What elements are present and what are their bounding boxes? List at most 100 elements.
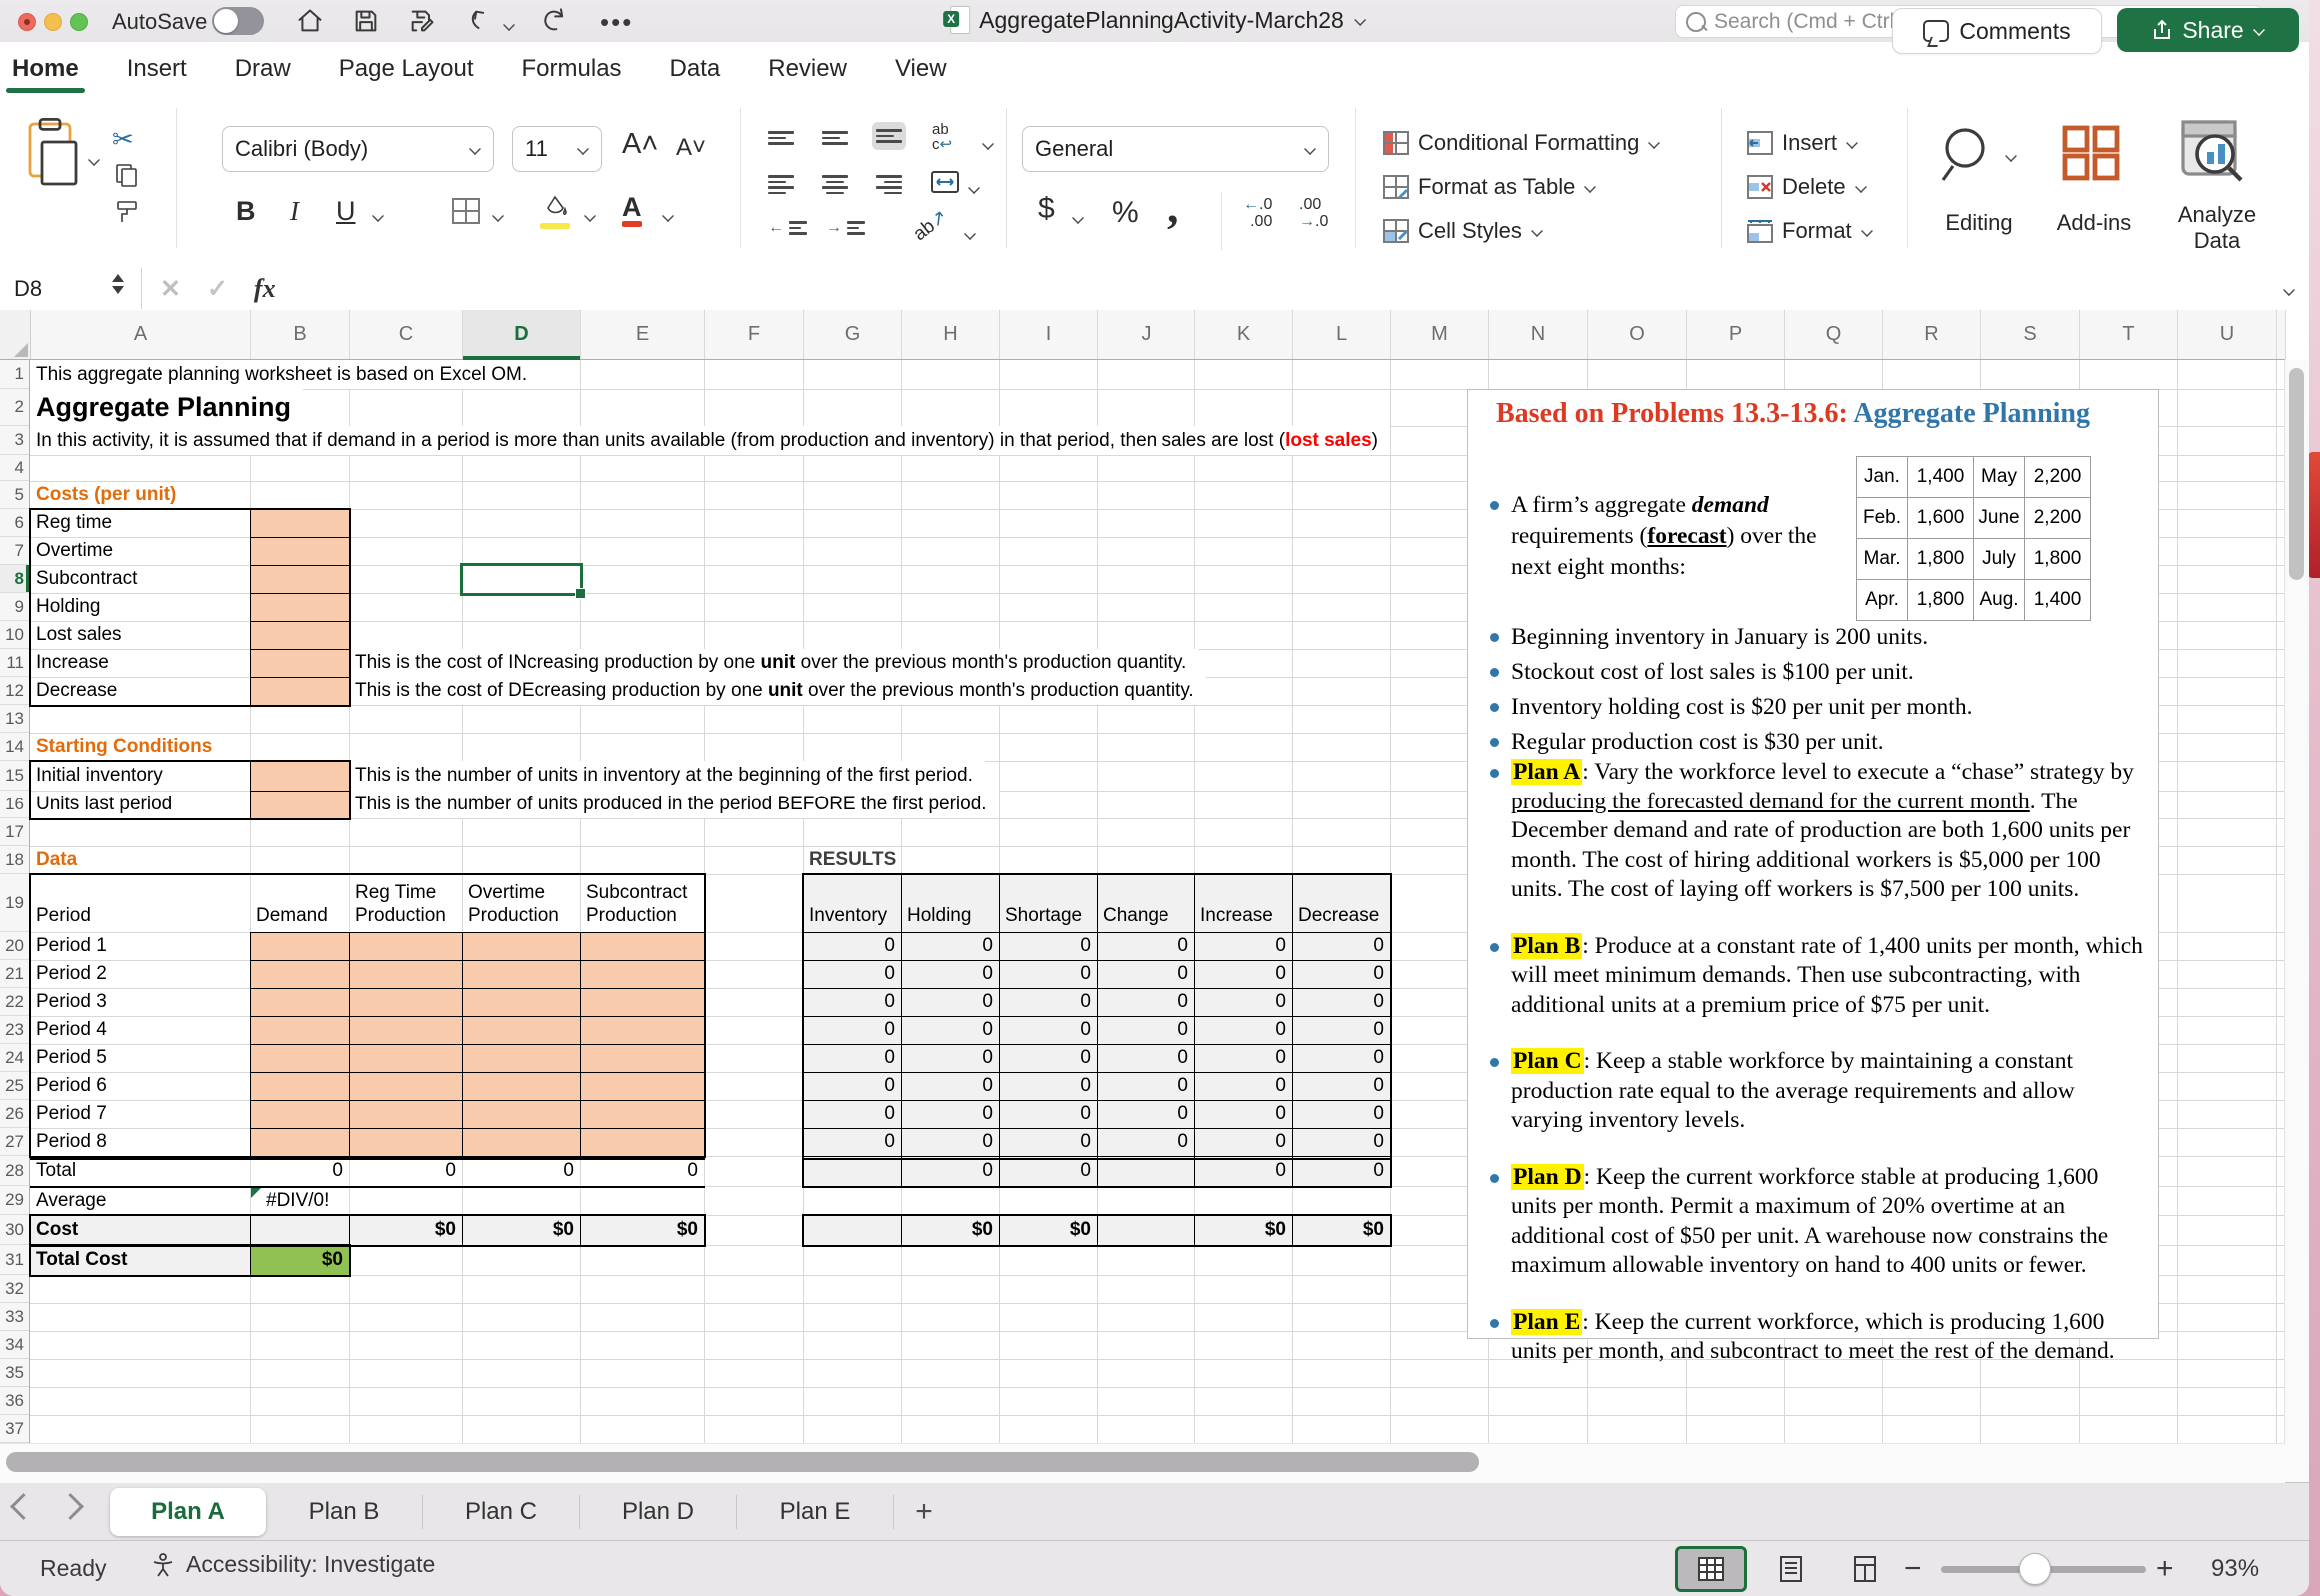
cell-L20[interactable]: 0 — [1292, 932, 1390, 960]
copy-icon[interactable] — [114, 162, 140, 193]
cell-I20[interactable]: 0 — [999, 932, 1097, 960]
borders-icon[interactable] — [452, 198, 480, 224]
cell-G22[interactable]: 0 — [803, 988, 901, 1016]
page-break-view-button[interactable] — [1829, 1546, 1901, 1592]
cell-A14[interactable]: Starting Conditions — [30, 733, 250, 761]
row-header-27[interactable]: 27 — [0, 1128, 29, 1156]
format-as-table-button[interactable]: Format as Table — [1383, 174, 1596, 200]
row-header-23[interactable]: 23 — [0, 1016, 29, 1044]
cell-A22[interactable]: Period 3 — [30, 988, 250, 1016]
cell-J19[interactable]: Change — [1097, 874, 1194, 932]
row-header-14[interactable]: 14 — [0, 733, 29, 761]
cell-B31[interactable]: $0 — [250, 1245, 349, 1275]
cell-I19[interactable]: Shortage — [999, 874, 1097, 932]
currency-icon[interactable]: $ — [1038, 192, 1055, 226]
cell-C30[interactable]: $0 — [349, 1215, 462, 1245]
row-header-21[interactable]: 21 — [0, 960, 29, 988]
tab-page-layout[interactable]: Page Layout — [337, 51, 476, 87]
name-box[interactable]: D8 — [0, 268, 142, 309]
cell-I23[interactable]: 0 — [999, 1016, 1097, 1044]
cell-G20[interactable]: 0 — [803, 932, 901, 960]
cell-A16[interactable]: Units last period — [30, 791, 250, 818]
normal-view-button[interactable] — [1675, 1546, 1747, 1592]
row-header-13[interactable]: 13 — [0, 705, 29, 733]
slide-image[interactable]: Based on Problems 13.3-13.6: Aggregate P… — [1467, 389, 2159, 1339]
insert-cells-button[interactable]: Insert — [1747, 130, 1858, 156]
align-top-icon[interactable] — [768, 128, 794, 148]
cell-A10[interactable]: Lost sales — [30, 621, 250, 649]
cell-H21[interactable]: 0 — [901, 960, 999, 988]
cell-A23[interactable]: Period 4 — [30, 1016, 250, 1044]
fill-color-icon[interactable] — [540, 194, 570, 225]
row-header-9[interactable]: 9 — [0, 593, 29, 621]
row-header-20[interactable]: 20 — [0, 932, 29, 960]
name-box-spinner[interactable] — [112, 274, 124, 294]
cell-K21[interactable]: 0 — [1194, 960, 1292, 988]
underline-chevron-icon[interactable] — [372, 210, 384, 222]
cell-K23[interactable]: 0 — [1194, 1016, 1292, 1044]
row-header-22[interactable]: 22 — [0, 988, 29, 1016]
row-header-25[interactable]: 25 — [0, 1072, 29, 1100]
underline-button[interactable]: U — [336, 196, 356, 227]
col-header-B[interactable]: B — [251, 310, 350, 359]
cell-K25[interactable]: 0 — [1194, 1072, 1292, 1100]
cell-A31[interactable]: Total Cost — [30, 1245, 250, 1275]
col-header-G[interactable]: G — [804, 310, 902, 359]
row-header-26[interactable]: 26 — [0, 1100, 29, 1128]
fullscreen-button[interactable] — [70, 13, 88, 31]
cell-A20[interactable]: Period 1 — [30, 932, 250, 960]
align-left-icon[interactable] — [768, 172, 794, 192]
row-header-34[interactable]: 34 — [0, 1331, 29, 1359]
cell-I22[interactable]: 0 — [999, 988, 1097, 1016]
sheet-tab-plan-e[interactable]: Plan E — [737, 1495, 894, 1529]
row-header-31[interactable]: 31 — [0, 1245, 29, 1275]
more-toolbar-icon[interactable]: ••• — [600, 7, 630, 35]
merge-chevron-icon[interactable] — [968, 182, 980, 194]
currency-chevron-icon[interactable] — [1072, 212, 1084, 224]
align-center-icon[interactable] — [822, 172, 848, 192]
cell-H27[interactable]: 0 — [901, 1128, 999, 1156]
col-header-H[interactable]: H — [902, 310, 1000, 359]
cell-E19[interactable]: Subcontract Production — [580, 874, 704, 932]
cell-K26[interactable]: 0 — [1194, 1100, 1292, 1128]
cell-B29[interactable]: #DIV/0! — [250, 1186, 349, 1215]
col-header-E[interactable]: E — [581, 310, 705, 359]
editing-button[interactable] — [1937, 124, 1999, 189]
sheet-tab-plan-d[interactable]: Plan D — [580, 1495, 737, 1529]
cell-E28[interactable]: 0 — [580, 1156, 704, 1186]
cell-A12[interactable]: Decrease — [30, 677, 250, 705]
tab-formulas[interactable]: Formulas — [520, 51, 624, 87]
accessibility-status[interactable]: Accessibility: Investigate — [150, 1551, 435, 1578]
col-header-R[interactable]: R — [1883, 310, 1981, 359]
increase-font-icon[interactable]: A˄ — [622, 128, 658, 161]
orientation-icon[interactable]: ab↗ — [909, 205, 952, 246]
cell-C11[interactable]: This is the cost of INcreasing productio… — [349, 649, 1198, 677]
wrap-text-icon[interactable]: abc↩ — [932, 122, 952, 152]
cell-C12[interactable]: This is the cost of DEcreasing productio… — [349, 677, 1206, 705]
cancel-icon[interactable]: ✕ — [160, 274, 181, 304]
enter-icon[interactable]: ✓ — [207, 274, 228, 304]
sheet-tab-plan-b[interactable]: Plan B — [266, 1495, 423, 1529]
fill-color-chevron-icon[interactable] — [584, 210, 596, 222]
cell-I26[interactable]: 0 — [999, 1100, 1097, 1128]
save-as-icon[interactable] — [408, 7, 438, 35]
cell-C28[interactable]: 0 — [349, 1156, 462, 1186]
row-header-1[interactable]: 1 — [0, 360, 29, 389]
row-header-10[interactable]: 10 — [0, 621, 29, 649]
cell-J26[interactable]: 0 — [1097, 1100, 1194, 1128]
horizontal-scrollbar-thumb[interactable] — [6, 1452, 1479, 1472]
cell-A24[interactable]: Period 5 — [30, 1044, 250, 1072]
cell-A27[interactable]: Period 8 — [30, 1128, 250, 1156]
home-icon[interactable] — [296, 7, 326, 35]
cell-G21[interactable]: 0 — [803, 960, 901, 988]
cell-I28[interactable]: 0 — [999, 1156, 1097, 1186]
cell-K24[interactable]: 0 — [1194, 1044, 1292, 1072]
cell-A15[interactable]: Initial inventory — [30, 761, 250, 791]
tab-data[interactable]: Data — [668, 51, 723, 87]
cell-J27[interactable]: 0 — [1097, 1128, 1194, 1156]
cell-K27[interactable]: 0 — [1194, 1128, 1292, 1156]
cell-L21[interactable]: 0 — [1292, 960, 1390, 988]
row-header-32[interactable]: 32 — [0, 1275, 29, 1303]
next-sheet-icon[interactable] — [57, 1493, 84, 1520]
font-name-select[interactable]: Calibri (Body) — [222, 126, 494, 172]
